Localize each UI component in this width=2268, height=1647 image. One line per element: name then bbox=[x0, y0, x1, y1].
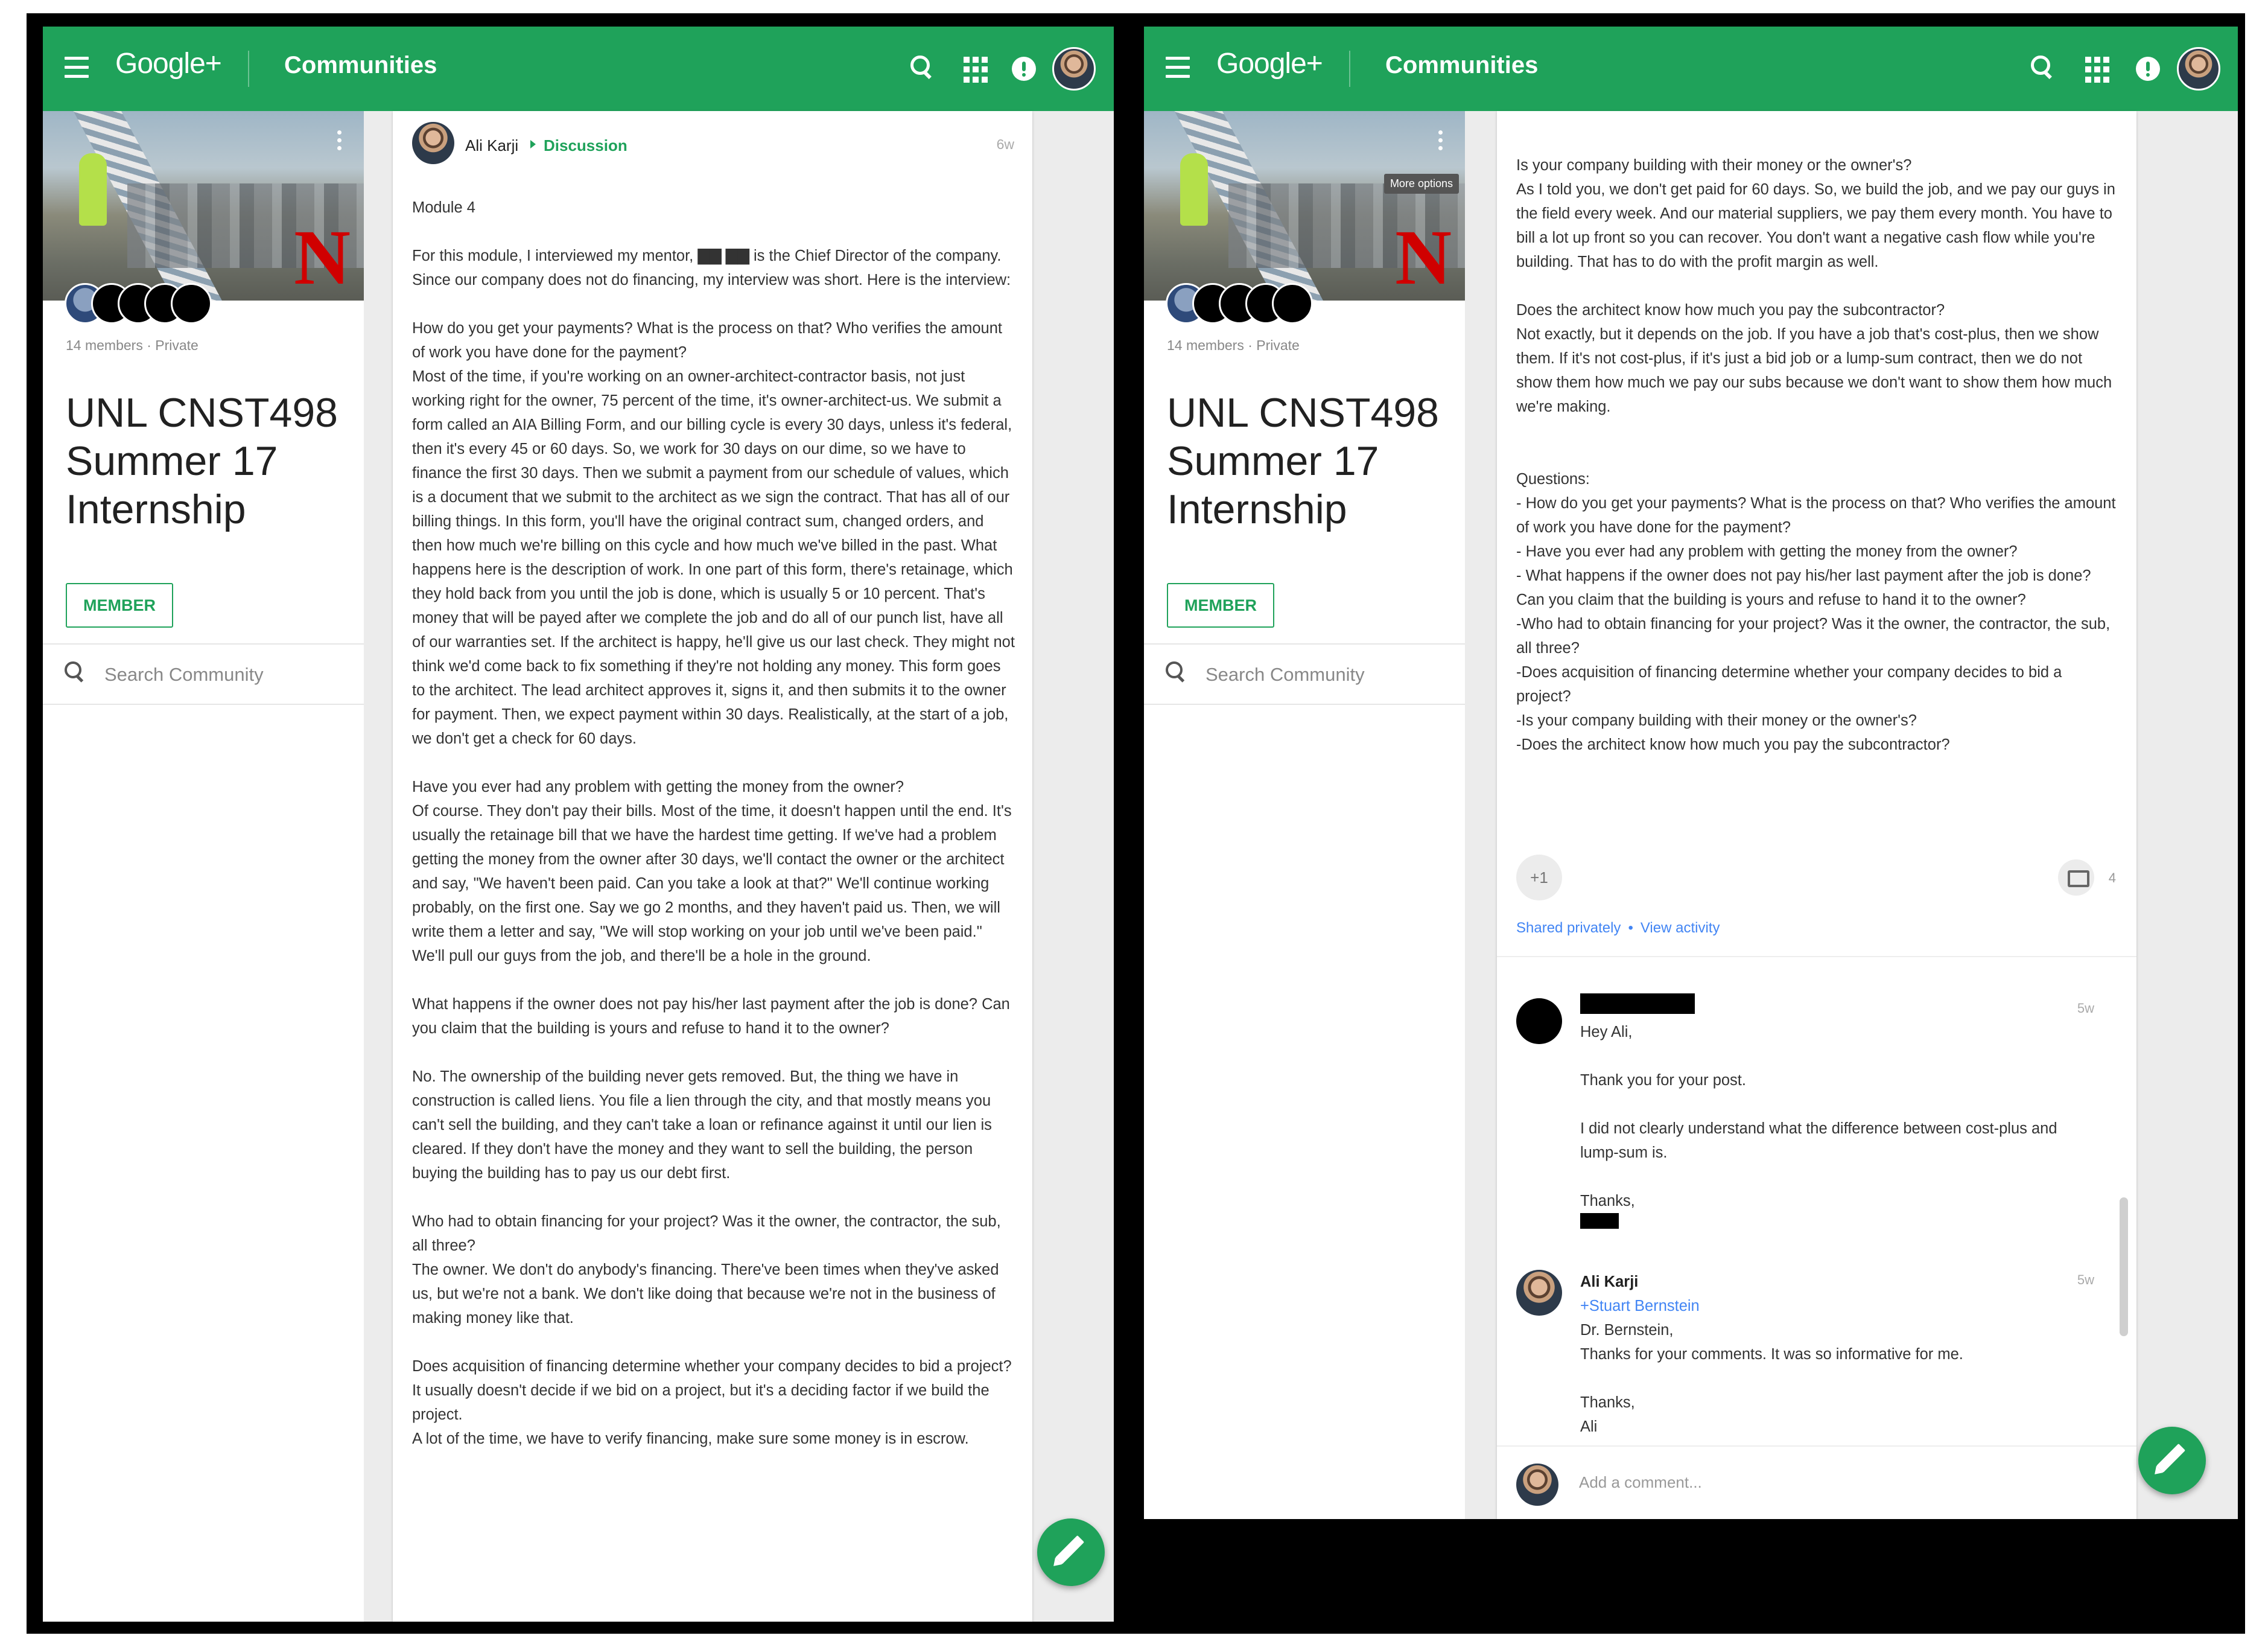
view-activity-link[interactable]: View activity bbox=[1641, 920, 1720, 936]
community-sidebar: N More options 14 members · Private UNL … bbox=[1144, 111, 1465, 1519]
community-sidebar: N 14 members · Private UNL CNST498 Summe… bbox=[43, 111, 364, 1622]
post-timestamp[interactable]: 6w bbox=[997, 136, 1014, 153]
comments-divider bbox=[1497, 956, 2136, 957]
sidebar-divider bbox=[1144, 643, 1465, 645]
screenshot-frame: Google+ Communities N 14 members · Priva… bbox=[27, 13, 2245, 1634]
community-cover-image: N bbox=[43, 111, 364, 301]
header-divider bbox=[1349, 51, 1350, 87]
notifications-bell-icon[interactable] bbox=[1012, 57, 1038, 83]
add-comment-input[interactable]: Add a comment... bbox=[1579, 1473, 1702, 1492]
members-count[interactable]: 14 members · Private bbox=[66, 337, 199, 354]
search-placeholder: Search Community bbox=[104, 664, 264, 685]
questions-list: Questions: - How do you get your payment… bbox=[1516, 471, 2116, 753]
google-plus-logo[interactable]: Google+ bbox=[115, 47, 222, 80]
account-avatar[interactable] bbox=[1052, 47, 1096, 91]
post-paragraph: Who had to obtain financing for your pro… bbox=[412, 1213, 1001, 1327]
post-card: Ali Karji Discussion 6w Module 4 For thi… bbox=[393, 111, 1032, 1622]
right-screenshot-panel: Google+ Communities N More options 14 me… bbox=[1144, 27, 2238, 1519]
post-paragraph: Does acquisition of financing determine … bbox=[412, 1358, 1012, 1447]
worker-graphic bbox=[1180, 153, 1208, 226]
post-thread-card: Is your company building with their mone… bbox=[1497, 111, 2136, 1519]
search-icon[interactable] bbox=[2030, 54, 2056, 81]
comment-text: Dr. Bernstein, Thanks for your comments.… bbox=[1580, 1322, 1963, 1435]
header-divider bbox=[248, 51, 249, 87]
commenter-avatar[interactable] bbox=[1516, 998, 1562, 1044]
more-options-tooltip: More options bbox=[1383, 174, 1459, 194]
plus-one-button[interactable]: +1 bbox=[1516, 855, 1562, 900]
add-comment-row[interactable]: Add a comment... bbox=[1497, 1445, 2136, 1519]
mention-link[interactable]: +Stuart Bernstein bbox=[1580, 1298, 1700, 1314]
top-app-bar: Google+ Communities bbox=[43, 27, 1114, 111]
apps-grid-icon[interactable] bbox=[2083, 54, 2114, 86]
hamburger-menu-icon[interactable] bbox=[1166, 57, 1190, 78]
hamburger-menu-icon[interactable] bbox=[65, 57, 89, 78]
sidebar-divider bbox=[1144, 704, 1465, 705]
apps-grid-icon[interactable] bbox=[961, 54, 993, 86]
section-title[interactable]: Communities bbox=[284, 52, 437, 79]
left-screenshot-panel: Google+ Communities N 14 members · Priva… bbox=[43, 27, 1114, 1622]
post-paragraph: How do you get your payments? What is th… bbox=[412, 320, 1015, 747]
search-community-input[interactable]: Search Community bbox=[1164, 654, 1448, 690]
search-icon bbox=[1164, 660, 1189, 684]
community-title: UNL CNST498 Summer 17 Internship bbox=[66, 390, 338, 532]
post-body-continued: Is your company building with their mone… bbox=[1516, 153, 2120, 781]
comment-timestamp[interactable]: 5w bbox=[2077, 1001, 2094, 1016]
comments-scrollbar[interactable] bbox=[2120, 1197, 2128, 1336]
separator-dot: • bbox=[1628, 920, 1633, 936]
post-paragraph: Have you ever had any problem with getti… bbox=[412, 779, 1012, 964]
search-icon[interactable] bbox=[909, 54, 936, 81]
pencil-icon bbox=[2156, 1443, 2186, 1473]
post-paragraph: What happens if the owner does not pay h… bbox=[412, 996, 1010, 1037]
nebraska-n-logo: N bbox=[294, 214, 351, 301]
shared-privately-link[interactable]: Shared privately bbox=[1516, 920, 1621, 936]
post-paragraph: For this module, I interviewed my mentor… bbox=[412, 247, 1011, 288]
post-visibility-row: Shared privately • View activity bbox=[1516, 920, 1720, 937]
post-paragraph: No. The ownership of the building never … bbox=[412, 1068, 992, 1182]
post-body: Module 4 For this module, I interviewed … bbox=[412, 196, 1015, 1475]
post-paragraph: Is your company building with their mone… bbox=[1516, 157, 2115, 270]
member-button[interactable]: MEMBER bbox=[1167, 583, 1274, 628]
member-button[interactable]: MEMBER bbox=[66, 583, 173, 628]
comment-count: 4 bbox=[2108, 870, 2116, 885]
breadcrumb-arrow-icon bbox=[530, 140, 536, 148]
commenter-avatar[interactable] bbox=[1516, 1270, 1562, 1316]
sidebar-divider bbox=[43, 704, 364, 705]
nebraska-n-logo: N bbox=[1395, 214, 1452, 301]
more-options-icon[interactable] bbox=[337, 130, 342, 154]
account-avatar[interactable] bbox=[2177, 47, 2220, 91]
post-category-link[interactable]: Discussion bbox=[544, 136, 627, 155]
post-header: Ali Karji Discussion 6w bbox=[412, 122, 1014, 170]
author-name[interactable]: Ali Karji bbox=[465, 136, 518, 155]
section-title[interactable]: Communities bbox=[1385, 52, 1538, 79]
members-count[interactable]: 14 members · Private bbox=[1167, 337, 1300, 354]
worker-graphic bbox=[79, 153, 107, 226]
author-avatar[interactable] bbox=[412, 122, 454, 164]
more-options-icon[interactable] bbox=[1438, 130, 1443, 154]
search-icon bbox=[63, 660, 87, 684]
top-app-bar: Google+ Communities bbox=[1144, 27, 2238, 111]
compose-fab[interactable] bbox=[1037, 1518, 1105, 1586]
redacted-commenter-name bbox=[1580, 993, 1695, 1014]
comment-text: Hey Ali, Thank you for your post. I did … bbox=[1580, 1024, 2057, 1209]
commenter-name[interactable]: Ali Karji bbox=[1580, 1273, 1638, 1290]
redacted-signature bbox=[1580, 1213, 1619, 1229]
comment-timestamp[interactable]: 5w bbox=[2077, 1272, 2094, 1288]
pencil-icon bbox=[1055, 1535, 1085, 1565]
post-paragraph: Does the architect know how much you pay… bbox=[1516, 302, 2112, 415]
compose-fab[interactable] bbox=[2138, 1427, 2206, 1494]
community-title: UNL CNST498 Summer 17 Internship bbox=[1167, 390, 1439, 532]
comment-content: Ali Karji +Stuart Bernstein Dr. Bernstei… bbox=[1580, 1270, 2075, 1439]
search-placeholder: Search Community bbox=[1205, 664, 1365, 685]
sidebar-divider bbox=[43, 643, 364, 645]
community-cover-image: N More options bbox=[1144, 111, 1465, 301]
google-plus-logo[interactable]: Google+ bbox=[1216, 47, 1323, 80]
notifications-bell-icon[interactable] bbox=[2136, 57, 2162, 83]
post-paragraph: Module 4 bbox=[412, 199, 475, 216]
current-user-avatar bbox=[1516, 1464, 1558, 1506]
search-community-input[interactable]: Search Community bbox=[63, 654, 347, 690]
comment-icon[interactable] bbox=[2058, 859, 2094, 896]
